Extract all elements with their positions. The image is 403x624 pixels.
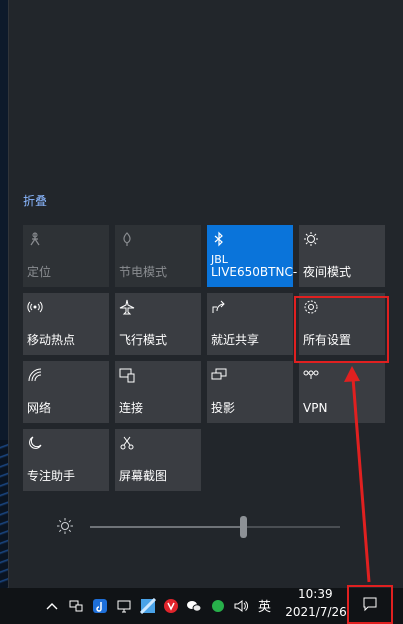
app-red-tray-icon[interactable]: [163, 598, 179, 614]
tile-bluetooth[interactable]: JBL LIVE650BTNC-: [207, 225, 297, 287]
tile-vpn[interactable]: VPN: [299, 361, 385, 423]
tile-label: 投影: [211, 401, 236, 415]
tile-label: 节电模式: [119, 265, 168, 279]
display-tray-icon[interactable]: [116, 598, 132, 614]
tile-label: 屏幕截图: [119, 469, 168, 483]
airplane-icon: [119, 299, 135, 315]
tile-location[interactable]: 定位: [23, 225, 109, 287]
tile-sublabel: LIVE650BTNC-: [211, 265, 298, 279]
tile-night-light[interactable]: 夜间模式: [299, 225, 385, 287]
brightness-slider-thumb[interactable]: [239, 516, 247, 538]
tile-label: 就近共享: [211, 333, 260, 347]
night-light-icon: [304, 232, 318, 246]
vpn-icon: [303, 370, 319, 379]
brightness-sun-icon: [57, 518, 73, 534]
chevron-up-icon[interactable]: [44, 598, 60, 614]
tile-screen-snip[interactable]: 屏幕截图: [115, 429, 201, 491]
tile-connect[interactable]: 连接: [115, 361, 201, 423]
mobile-hotspot-icon: [27, 301, 43, 313]
project-icon: [211, 368, 227, 380]
tile-label: 移动热点: [27, 333, 76, 347]
network-tray-icon[interactable]: [68, 598, 84, 614]
nearby-sharing-icon: [212, 300, 225, 313]
tile-label: 连接: [119, 401, 144, 415]
tile-label: 网络: [27, 401, 52, 415]
wechat-tray-icon[interactable]: [186, 598, 202, 614]
app-blue-tray-icon[interactable]: [140, 598, 156, 614]
tile-focus-assist[interactable]: 专注助手: [23, 429, 109, 491]
app-green-tray-icon[interactable]: [210, 598, 226, 614]
speaker-icon[interactable]: [233, 598, 249, 614]
tile-nearby-sharing[interactable]: 就近共享: [207, 293, 293, 355]
tile-project[interactable]: 投影: [207, 361, 293, 423]
clock-date[interactable]: 2021/7/26: [284, 605, 348, 619]
tile-airplane-mode[interactable]: 飞行模式: [115, 293, 201, 355]
screen-snip-icon: [120, 436, 134, 450]
focus-assist-moon-icon: [29, 436, 42, 449]
clock-time[interactable]: 10:39: [298, 587, 333, 601]
ime-indicator[interactable]: 英: [258, 596, 271, 615]
location-icon: [30, 232, 40, 246]
app-tray-icon[interactable]: [92, 598, 108, 614]
annotation-notification-box: [347, 585, 393, 624]
tile-label: VPN: [303, 401, 328, 415]
tile-label: 飞行模式: [119, 333, 168, 347]
tile-battery-saver[interactable]: 节电模式: [115, 225, 201, 287]
brightness-slider-fill: [90, 526, 243, 528]
tile-label: 专注助手: [27, 469, 76, 483]
battery-saver-icon: [123, 232, 131, 246]
tile-label: 定位: [27, 265, 52, 279]
network-icon: [28, 368, 42, 382]
tile-mobile-hotspot[interactable]: 移动热点: [23, 293, 109, 355]
annotation-highlight-box: [294, 296, 389, 363]
tile-network[interactable]: 网络: [23, 361, 109, 423]
tile-label: 夜间模式: [303, 265, 352, 279]
collapse-link[interactable]: 折叠: [23, 192, 47, 209]
connect-icon: [119, 368, 135, 383]
bluetooth-icon: [214, 231, 223, 247]
